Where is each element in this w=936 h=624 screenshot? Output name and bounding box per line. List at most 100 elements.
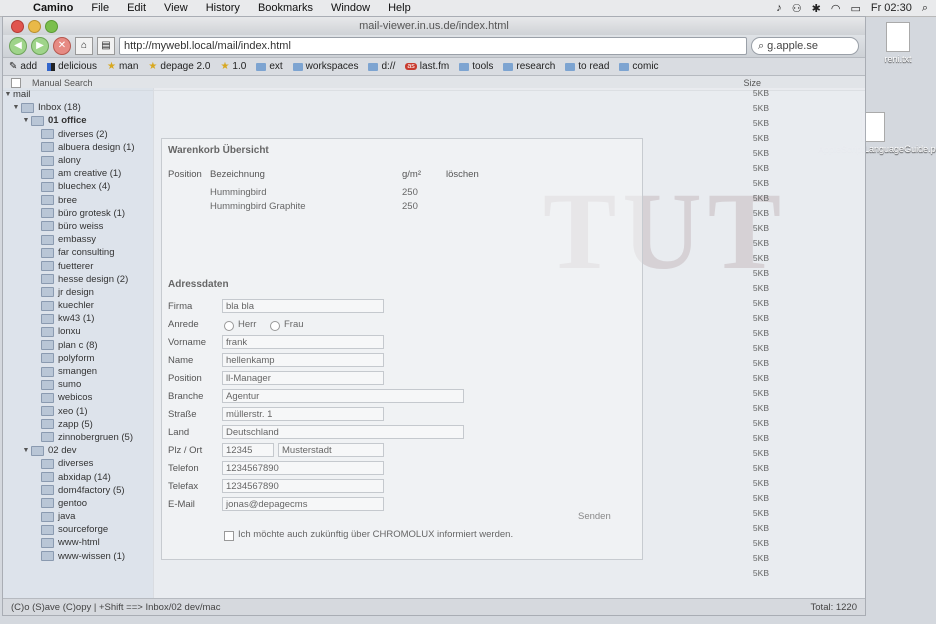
tree-item-inbox[interactable]: ▼ Inbox (18) [3,101,153,114]
tree-item-folder[interactable]: fuetterer [3,259,153,272]
manual-search-label[interactable]: Manual Search [32,78,93,88]
spotlight-search-icon[interactable]: ⌕ [922,2,928,15]
vorname-value: frank [226,337,248,348]
bookmark-depage[interactable]: ★ depage 2.0 [148,61,210,72]
disclosure-triangle-icon[interactable]: ▼ [21,447,31,454]
tree-item-folder[interactable]: diverses (2) [3,128,153,141]
disclosure-triangle-icon[interactable]: ▼ [21,117,31,124]
message-area: TUT Warenkorb Übersicht Position Bezeich… [153,88,865,599]
tree-item-folder[interactable]: bree [3,194,153,207]
folder-icon [41,340,54,351]
bookmark-d[interactable]: d:// [368,61,395,72]
checkbox-icon[interactable] [11,78,21,88]
minimize-window-icon[interactable] [28,19,41,33]
menu-edit[interactable]: Edit [118,2,155,14]
tree-item-folder[interactable]: hesse design (2) [3,273,153,286]
tree-item-folder[interactable]: jr design [3,286,153,299]
search-field[interactable]: ⌕ g.apple.se [751,37,859,55]
tree-item-folder[interactable]: alony [3,154,153,167]
label-telefon: Telefon [168,463,199,474]
bookmark-workspaces[interactable]: workspaces [292,61,358,72]
bookmark-to-read[interactable]: to read [565,61,609,72]
bookmark-1-0[interactable]: ★ 1.0 [220,61,246,72]
folder-icon [41,419,54,430]
close-window-icon[interactable] [11,19,24,33]
radio-frau[interactable] [270,321,280,331]
music-note-icon[interactable]: ♪ [776,2,782,14]
tree-item-folder[interactable]: gentoo [3,497,153,510]
bluetooth-icon[interactable]: ✱ [812,2,821,15]
tree-item-folder[interactable]: bluechex (4) [3,180,153,193]
bookmark-add[interactable]: ✎ add [9,61,37,72]
wifi-icon[interactable]: ◠ [831,2,841,15]
url-field[interactable]: http://mywebl.local/mail/index.html [119,37,747,55]
tree-item-folder[interactable]: webicos [3,391,153,404]
tree-item-folder[interactable]: far consulting [3,246,153,259]
tree-item-folder[interactable]: java [3,510,153,523]
tree-item-folder[interactable]: sourceforge [3,523,153,536]
tree-item-folder[interactable]: xeo (1) [3,405,153,418]
tree-item-dev[interactable]: ▼ 02 dev [3,444,153,457]
cart-row-2-name: Hummingbird Graphite [210,201,306,212]
tree-item-folder[interactable]: polyform [3,352,153,365]
radio-herr-label: Herr [238,319,257,330]
message-size: 5KB [752,508,769,518]
back-button[interactable]: ◀ [9,37,27,55]
tree-item-folder[interactable]: sumo [3,378,153,391]
newsletter-checkbox[interactable] [224,531,234,541]
tree-item-folder[interactable]: kw43 (1) [3,312,153,325]
tree-item-folder[interactable]: zapp (5) [3,418,153,431]
menu-app-name[interactable]: Camino [24,2,82,14]
menu-file[interactable]: File [82,2,118,14]
menu-window[interactable]: Window [322,2,379,14]
tree-item-mail[interactable]: ▼ mail [3,88,153,101]
menu-history[interactable]: History [197,2,249,14]
tree-item-folder[interactable]: abxidap (14) [3,470,153,483]
stop-button[interactable]: ✕ [53,37,71,55]
menu-view[interactable]: View [155,2,197,14]
disclosure-triangle-icon[interactable]: ▼ [11,104,21,111]
bookmark-delicious[interactable]: delicious [47,61,97,72]
tree-item-folder[interactable]: büro weiss [3,220,153,233]
tree-item-office[interactable]: ▼ 01 office [3,114,153,127]
tree-item-folder[interactable]: kuechler [3,299,153,312]
tree-item-folder[interactable]: smangen [3,365,153,378]
column-gsm: g/m² [402,169,421,180]
zoom-window-icon[interactable] [45,19,58,33]
menu-help[interactable]: Help [379,2,420,14]
desktop-file-reni[interactable]: reni.txt [868,22,928,64]
bookmark-research[interactable]: research [503,61,555,72]
tree-item-label: java [58,511,76,523]
disclosure-triangle-icon[interactable]: ▼ [3,91,13,98]
bookmark-man[interactable]: ★ man [107,61,138,72]
size-column-header[interactable]: Size [743,78,761,88]
tree-item-folder[interactable]: albuera design (1) [3,141,153,154]
home-button[interactable]: ⌂ [75,37,93,55]
tree-item-folder[interactable]: lonxu [3,325,153,338]
tree-item-folder[interactable]: zinnobergruen (5) [3,431,153,444]
tree-item-folder[interactable]: büro grotesk (1) [3,207,153,220]
bookmark-lastfm[interactable]: as last.fm [405,61,449,72]
bookmark-comic[interactable]: comic [619,61,659,72]
folder-icon [41,168,54,179]
position-value: ll-Manager [226,373,271,384]
bookmark-ext[interactable]: ext [256,61,283,72]
tree-item-folder[interactable]: plan c (8) [3,339,153,352]
ort-value: Musterstadt [282,445,332,456]
battery-icon[interactable]: ▭ [850,2,860,15]
radio-herr[interactable] [224,321,234,331]
tree-item-folder[interactable]: www-html [3,536,153,549]
send-button[interactable]: Senden [578,511,611,522]
tree-item-folder[interactable]: am creative (1) [3,167,153,180]
forward-button[interactable]: ▶ [31,37,49,55]
bookmark-page-button[interactable]: ▤ [97,37,115,55]
tree-item-folder[interactable]: embassy [3,233,153,246]
tree-item-folder[interactable]: dom4factory (5) [3,484,153,497]
bookmark-tools[interactable]: tools [459,61,493,72]
menu-bookmarks[interactable]: Bookmarks [249,2,322,14]
section-heading-cart: Warenkorb Übersicht [168,145,269,156]
clock[interactable]: Fr 02:30 [871,2,912,14]
tree-item-folder[interactable]: diverses [3,457,153,470]
tree-item-folder[interactable]: www-wissen (1) [3,550,153,563]
user-icon[interactable]: ⚇ [792,2,802,15]
